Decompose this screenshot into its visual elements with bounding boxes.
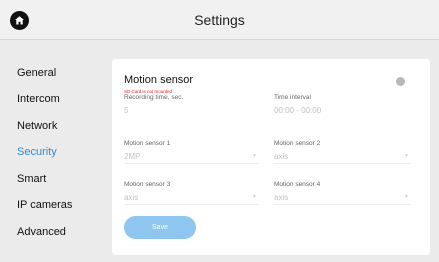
sidebar-item-intercom[interactable]: Intercom — [17, 93, 60, 105]
chevron-down-icon: ▾ — [404, 153, 408, 159]
motion-sensor-4-value: axis — [274, 193, 289, 202]
page-title: Settings — [194, 12, 245, 28]
sidebar-item-smart[interactable]: Smart — [17, 173, 46, 185]
motion-sensor-1-select[interactable]: 2MP ▾ — [124, 151, 258, 164]
motion-sensor-card: Motion sensor SD Card is not mounted Rec… — [112, 59, 430, 255]
motion-sensor-3-value: axis — [124, 193, 139, 202]
sidebar-item-network[interactable]: Network — [17, 120, 57, 132]
time-interval-input[interactable]: 00:00 - 00:00 — [274, 105, 409, 118]
recording-time-input[interactable]: 5 — [124, 105, 264, 118]
header-bar: Settings — [0, 0, 439, 40]
motion-sensor-1-value: 2MP — [124, 152, 141, 161]
sidebar-item-ip-cameras[interactable]: IP cameras — [17, 199, 72, 211]
sidebar: General Intercom Network Security Smart … — [0, 40, 112, 262]
motion-sensor-2-select[interactable]: axis ▾ — [274, 151, 410, 164]
chevron-down-icon: ▾ — [404, 194, 408, 200]
motion-sensor-4-select[interactable]: axis ▾ — [274, 192, 410, 205]
motion-sensor-1-label: Motion sensor 1 — [124, 140, 171, 147]
sidebar-item-general[interactable]: General — [17, 67, 56, 79]
save-button[interactable]: Save — [124, 216, 196, 239]
motion-sensor-4-label: Motion sensor 4 — [274, 181, 321, 188]
card-title: Motion sensor — [124, 74, 194, 86]
sidebar-item-advanced[interactable]: Advanced — [17, 226, 66, 238]
motion-sensor-3-label: Motion sensor 3 — [124, 181, 171, 188]
recording-time-label: Recording time, sec. — [124, 94, 184, 101]
motion-sensor-toggle[interactable] — [396, 77, 405, 86]
chevron-down-icon: ▾ — [252, 153, 256, 159]
motion-sensor-3-select[interactable]: axis ▾ — [124, 192, 258, 205]
motion-sensor-2-label: Motion sensor 2 — [274, 140, 321, 147]
motion-sensor-2-value: axis — [274, 152, 289, 161]
chevron-down-icon: ▾ — [252, 194, 256, 200]
sidebar-item-security[interactable]: Security — [17, 146, 57, 158]
time-interval-label: Time interval — [274, 94, 311, 101]
